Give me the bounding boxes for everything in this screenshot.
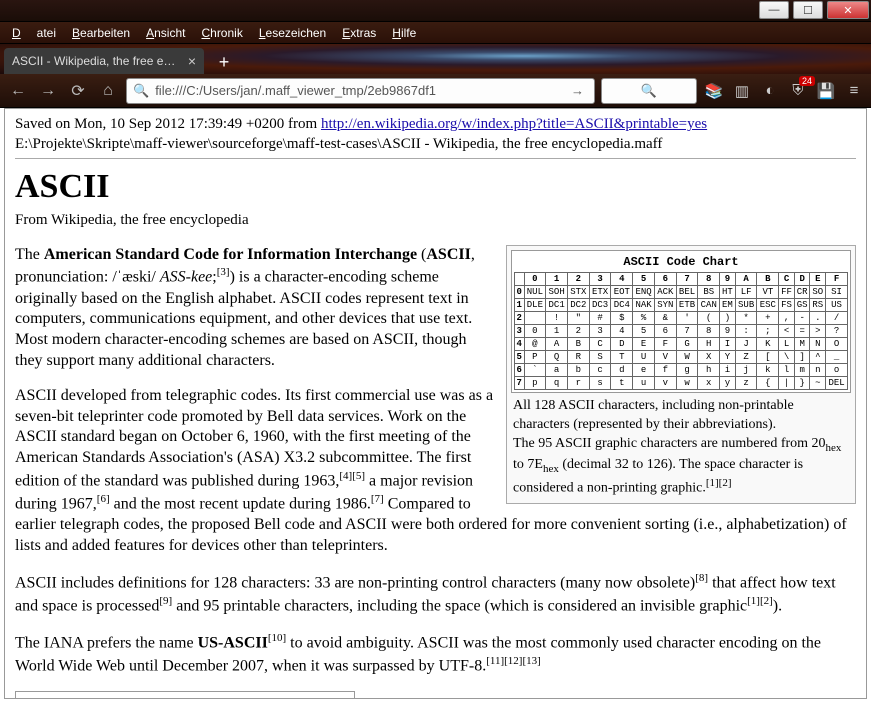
chart-caption: All 128 ASCII characters, including non-… (511, 393, 851, 499)
ascii-chart-box: ASCII Code Chart 0123456789ABCDEF0NULSOH… (506, 245, 856, 504)
page-title: ASCII (15, 165, 856, 209)
tab-strip: ASCII - Wikipedia, the free encyclop… × … (0, 44, 871, 74)
save-banner: Saved on Mon, 10 Sep 2012 17:39:49 +0200… (15, 115, 856, 154)
menu-ansicht[interactable]: Ansicht (138, 26, 193, 40)
shield-icon[interactable]: ⛨ (787, 80, 809, 102)
sidebar-icon[interactable]: ▥ (731, 80, 753, 102)
menu-bearbeiten[interactable]: Bearbeiten (64, 26, 138, 40)
back-button[interactable]: ← (6, 79, 30, 103)
toolbar: ← → ⟳ ⌂ 🔍 file:///C:/Users/jan/.maff_vie… (0, 74, 871, 108)
page-subtitle: From Wikipedia, the free encyclopedia (15, 211, 856, 231)
window-titlebar: — ☐ ✕ (0, 0, 871, 22)
forward-button[interactable]: → (36, 79, 60, 103)
url-text: file:///C:/Users/jan/.maff_viewer_tmp/2e… (155, 83, 436, 98)
save-icon[interactable]: 💾 (815, 80, 837, 102)
save-prefix: Saved on Mon, 10 Sep 2012 17:39:49 +0200… (15, 116, 321, 132)
go-button[interactable]: → (567, 83, 588, 98)
menu-lesezeichen[interactable]: Lesezeichen (251, 26, 334, 40)
tab-ascii[interactable]: ASCII - Wikipedia, the free encyclop… × (4, 48, 204, 74)
globe-icon[interactable]: ◐ (759, 80, 781, 102)
divider (15, 158, 856, 159)
ascii-chart: ASCII Code Chart 0123456789ABCDEF0NULSOH… (511, 250, 851, 394)
window-close-button[interactable]: ✕ (827, 1, 869, 19)
save-path: E:\Projekte\Skripte\maff-viewer\sourcefo… (15, 136, 662, 152)
ascii-table: 0123456789ABCDEF0NULSOHSTXETXEOTENQACKBE… (514, 272, 848, 390)
page-body: Saved on Mon, 10 Sep 2012 17:39:49 +0200… (5, 109, 866, 699)
paragraph-3: ASCII includes definitions for 128 chara… (15, 571, 856, 617)
window-minimize-button[interactable]: — (759, 1, 789, 19)
empty-box (15, 691, 355, 699)
paragraph-4: The IANA prefers the name US-ASCII[10] t… (15, 631, 856, 677)
save-source-link[interactable]: http://en.wikipedia.org/w/index.php?titl… (321, 116, 707, 132)
menu-extras[interactable]: Extras (334, 26, 384, 40)
search-icon: 🔍 (133, 83, 149, 99)
hamburger-menu-icon[interactable]: ≡ (843, 80, 865, 102)
menubar: Datei Bearbeiten Ansicht Chronik Lesezei… (0, 22, 871, 44)
reload-button[interactable]: ⟳ (66, 79, 90, 103)
new-tab-button[interactable]: + (210, 50, 238, 74)
library-icon[interactable]: 📚 (703, 80, 725, 102)
url-bar[interactable]: 🔍 file:///C:/Users/jan/.maff_viewer_tmp/… (126, 78, 595, 104)
search-box[interactable]: 🔍 (601, 78, 697, 104)
chart-title: ASCII Code Chart (514, 253, 848, 273)
tab-close-icon[interactable]: × (188, 53, 196, 69)
tab-label: ASCII - Wikipedia, the free encyclop… (12, 54, 180, 68)
menu-hilfe[interactable]: Hilfe (384, 26, 424, 40)
menu-datei[interactable]: Datei (4, 26, 64, 40)
home-button[interactable]: ⌂ (96, 79, 120, 103)
menu-chronik[interactable]: Chronik (193, 26, 250, 40)
window-maximize-button[interactable]: ☐ (793, 1, 823, 19)
content-viewport[interactable]: Saved on Mon, 10 Sep 2012 17:39:49 +0200… (4, 108, 867, 699)
